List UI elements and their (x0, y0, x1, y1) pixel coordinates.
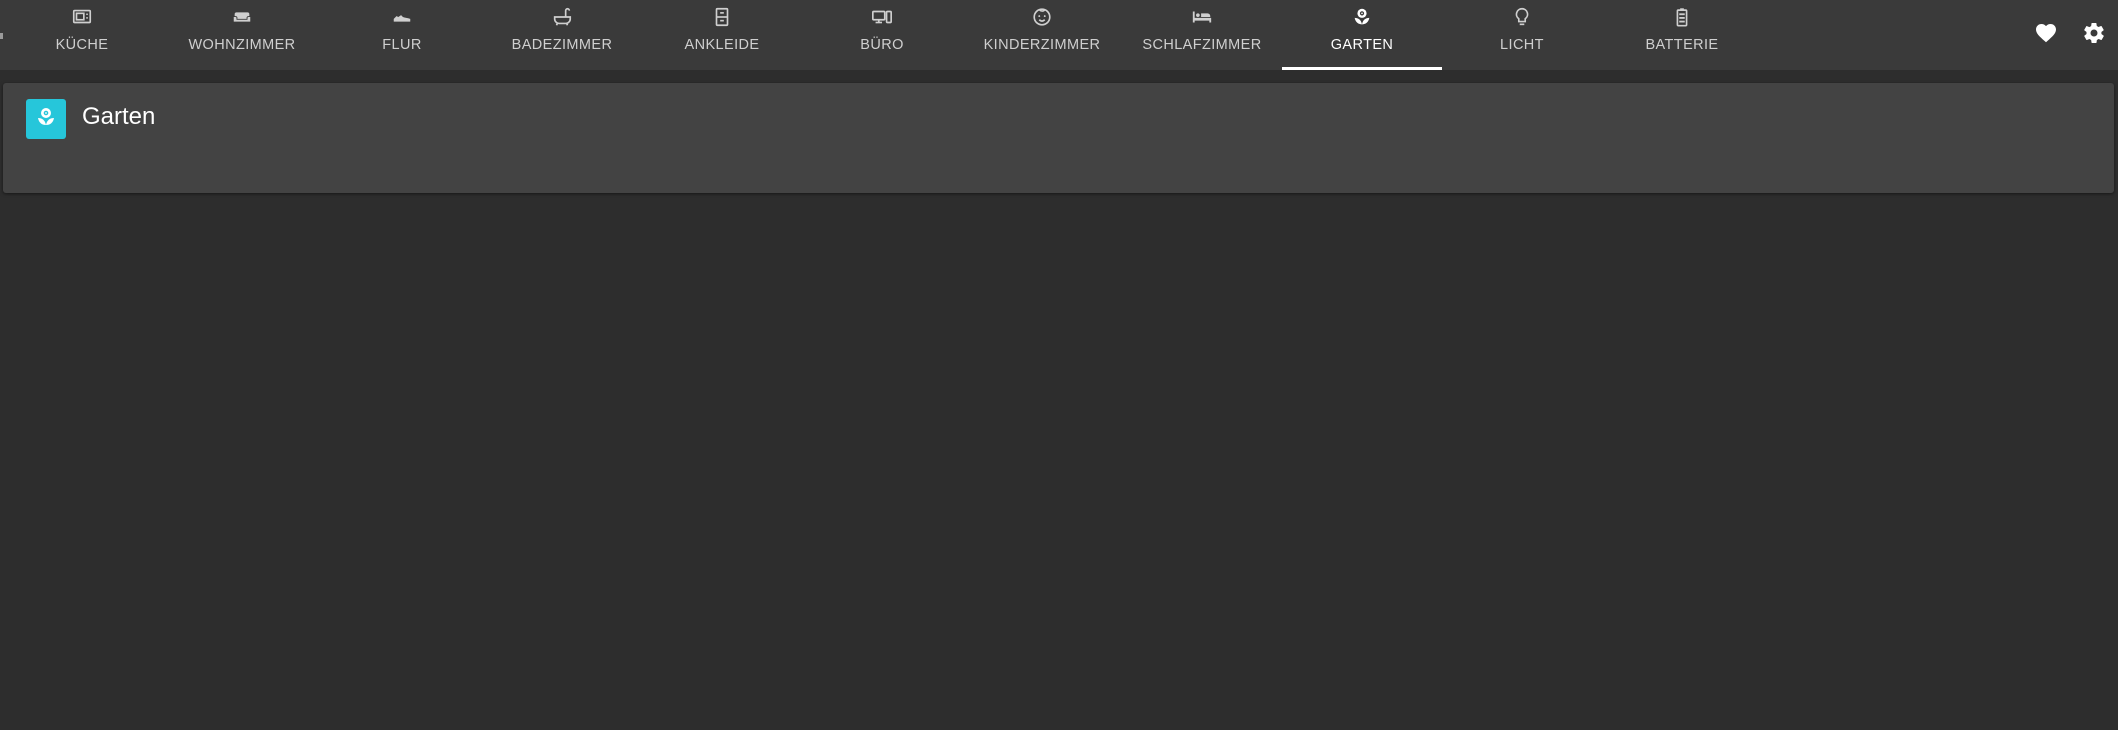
card-title: Garten (82, 103, 156, 130)
tab-label: SCHLAFZIMMER (1142, 37, 1262, 53)
gear-icon (2082, 21, 2106, 50)
desktop-icon (871, 6, 893, 28)
baby-face-icon (1031, 6, 1053, 28)
tab-label: BATTERIE (1645, 37, 1719, 53)
room-tabs: KÜCHE WOHNZIMMER FLUR BADEZIMMER ANKLEID (2, 0, 1762, 70)
card-icon-badge (26, 99, 66, 139)
tab-garten[interactable]: GARTEN (1282, 0, 1442, 70)
tab-buero[interactable]: BÜRO (802, 0, 962, 70)
bed-icon (1191, 6, 1213, 28)
tab-label: BADEZIMMER (511, 37, 613, 53)
shoe-icon (391, 6, 413, 28)
flower-icon (1351, 6, 1373, 28)
tab-kueche[interactable]: KÜCHE (2, 0, 162, 70)
tab-label: KÜCHE (55, 37, 109, 53)
settings-button[interactable] (2070, 11, 2118, 59)
wardrobe-icon (711, 6, 733, 28)
tab-label: WOHNZIMMER (188, 37, 296, 53)
tab-flur[interactable]: FLUR (322, 0, 482, 70)
tab-label: ANKLEIDE (684, 37, 760, 53)
tab-schlafzimmer[interactable]: SCHLAFZIMMER (1122, 0, 1282, 70)
battery-icon (1671, 6, 1693, 28)
tab-badezimmer[interactable]: BADEZIMMER (482, 0, 642, 70)
lightbulb-icon (1511, 6, 1533, 28)
garten-card: Garten (3, 83, 2114, 193)
favorites-button[interactable] (2022, 11, 2070, 59)
microwave-icon (71, 6, 93, 28)
tab-label: FLUR (382, 37, 422, 53)
tab-label: KINDERZIMMER (983, 37, 1101, 53)
tab-kinderzimmer[interactable]: KINDERZIMMER (962, 0, 1122, 70)
tab-label: LICHT (1500, 37, 1544, 53)
flower-icon (34, 105, 58, 134)
tab-batterie[interactable]: BATTERIE (1602, 0, 1762, 70)
top-navigation-bar: KÜCHE WOHNZIMMER FLUR BADEZIMMER ANKLEID (0, 0, 2118, 70)
tab-label: GARTEN (1330, 37, 1394, 53)
toolbar-actions (2022, 0, 2118, 70)
tab-ankleide[interactable]: ANKLEIDE (642, 0, 802, 70)
tab-wohnzimmer[interactable]: WOHNZIMMER (162, 0, 322, 70)
heart-icon (2034, 21, 2058, 50)
bathtub-icon (551, 6, 573, 28)
tab-label: BÜRO (860, 37, 904, 53)
tab-licht[interactable]: LICHT (1442, 0, 1602, 70)
sofa-icon (231, 6, 253, 28)
